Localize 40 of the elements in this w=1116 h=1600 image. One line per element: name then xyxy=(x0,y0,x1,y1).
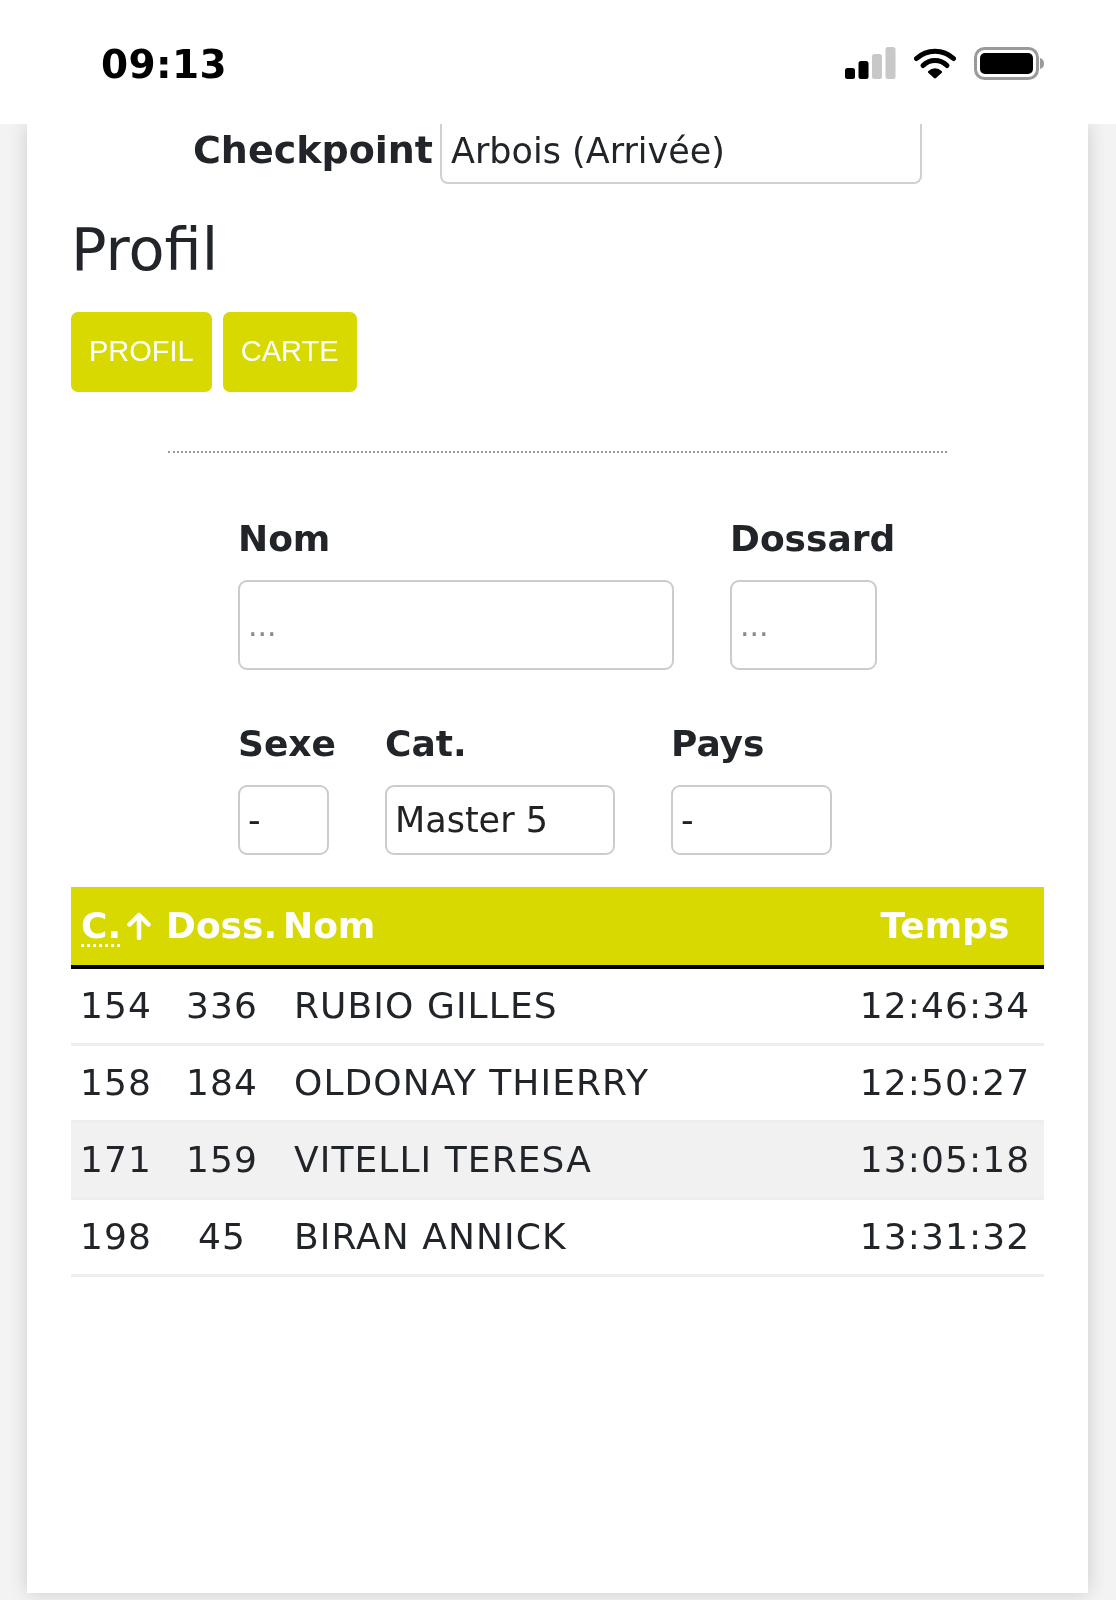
map-button[interactable]: CARTE xyxy=(222,312,357,392)
column-header[interactable]: Temps xyxy=(880,904,1010,948)
battery-icon xyxy=(974,46,1044,80)
table-cell-text: 336 xyxy=(186,984,258,1028)
field-label: Nom xyxy=(238,517,331,560)
field-label: Pays xyxy=(671,722,765,765)
signal-icon xyxy=(845,47,896,79)
status-time: 09:13 xyxy=(101,44,228,84)
page-heading: Profil xyxy=(71,215,219,285)
input-field[interactable]: ... xyxy=(238,580,674,670)
table-cell-text: VITELLI TERESA xyxy=(294,1138,592,1182)
table-cell-text: 171 xyxy=(80,1138,152,1182)
field-label: Dossard xyxy=(730,517,896,560)
table-cell-text: 159 xyxy=(186,1138,258,1182)
select-field[interactable]: - xyxy=(671,785,832,855)
table-cell-text: 12:50:27 xyxy=(859,1061,1031,1105)
table-cell-text: 154 xyxy=(80,984,152,1028)
column-header[interactable]: C. xyxy=(81,904,153,948)
field-label: Cat. xyxy=(385,722,467,765)
input-field[interactable]: ... xyxy=(730,580,877,670)
column-header[interactable]: Nom xyxy=(283,904,376,948)
sort-arrow-icon xyxy=(126,912,153,940)
checkpoint-select[interactable]: Arbois (Arrivée) xyxy=(440,124,923,184)
select-field[interactable]: - xyxy=(238,785,329,855)
field-label: Sexe xyxy=(238,722,336,765)
checkpoint-label: Checkpoint xyxy=(192,127,434,173)
table-cell-text: 198 xyxy=(80,1215,152,1259)
table-cell-text: 184 xyxy=(186,1061,258,1105)
column-header[interactable]: Doss. xyxy=(166,904,278,948)
table-cell-text: RUBIO GILLES xyxy=(294,984,558,1028)
table-cell-text: 13:31:32 xyxy=(859,1215,1031,1259)
table-cell-text: BIRAN ANNICK xyxy=(294,1215,567,1259)
table-cell-text: 13:05:18 xyxy=(859,1138,1031,1182)
table-cell-text: 158 xyxy=(80,1061,152,1105)
wifi-icon xyxy=(914,47,956,79)
select-field[interactable]: Master 5 xyxy=(385,785,615,855)
profile-button[interactable]: PROFIL xyxy=(71,312,212,392)
table-cell-text: 12:46:34 xyxy=(859,984,1031,1028)
table-cell-text: 45 xyxy=(198,1215,246,1259)
table-cell-text: OLDONAY THIERRY xyxy=(294,1061,649,1105)
